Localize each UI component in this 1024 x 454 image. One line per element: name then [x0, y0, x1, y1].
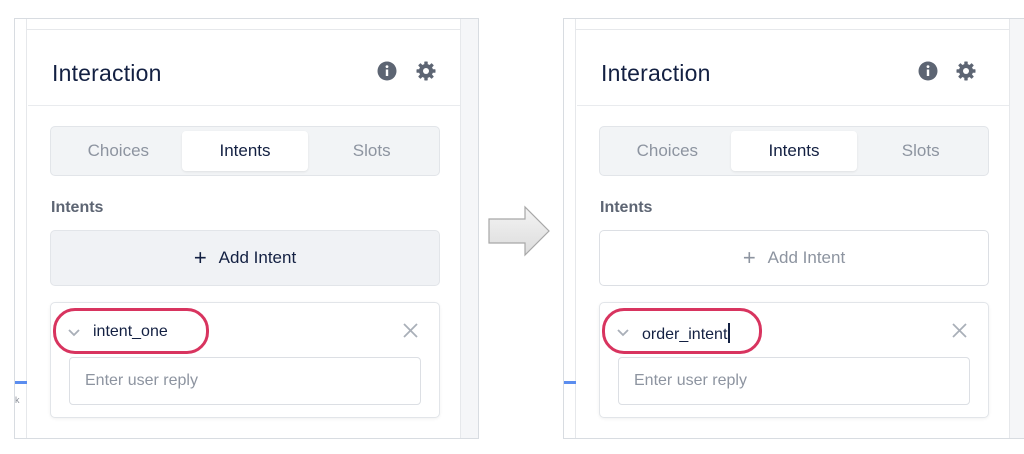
tab-slots[interactable]: Slots — [308, 131, 435, 171]
tab-slots[interactable]: Slots — [857, 131, 984, 171]
intents-section-label: Intents — [51, 199, 104, 216]
plus-icon: + — [742, 245, 756, 270]
tab-choices[interactable]: Choices — [55, 131, 182, 171]
interaction-panel: Interaction Choices Intents Slots Intent… — [28, 30, 460, 438]
intent-card: order_intent Enter user reply — [599, 302, 989, 418]
gear-icon[interactable] — [415, 60, 437, 82]
user-reply-input[interactable]: Enter user reply — [69, 357, 421, 405]
tab-intents[interactable]: Intents — [730, 131, 858, 171]
close-icon[interactable] — [402, 322, 419, 339]
info-icon[interactable] — [917, 60, 939, 82]
user-reply-input[interactable]: Enter user reply — [618, 357, 970, 405]
panel-header: Interaction — [577, 30, 1009, 106]
intents-section-label: Intents — [600, 199, 653, 216]
add-intent-button[interactable]: + Add Intent — [599, 230, 989, 286]
left-edge-strip — [15, 19, 27, 438]
edge-glyph: k — [15, 395, 20, 405]
close-icon[interactable] — [951, 322, 968, 339]
scrollbar-track[interactable] — [1009, 19, 1024, 438]
plus-icon: + — [193, 245, 207, 270]
tab-bar: Choices Intents Slots — [599, 126, 989, 176]
highlight-ring — [602, 308, 762, 354]
screenshot-after: Interaction Choices Intents Slots Intent… — [563, 18, 1024, 439]
edge-marker — [15, 381, 27, 384]
panel-title: Interaction — [601, 60, 711, 86]
tab-choices[interactable]: Choices — [604, 131, 731, 171]
panel-title: Interaction — [52, 60, 162, 86]
add-intent-label: Add Intent — [767, 248, 846, 267]
screenshot-before: k Interaction Choices Intents Slots Inte… — [14, 18, 479, 439]
info-icon[interactable] — [376, 60, 398, 82]
intent-card: intent_one Enter user reply — [50, 302, 440, 418]
panel-header: Interaction — [28, 30, 460, 106]
user-reply-placeholder: Enter user reply — [634, 372, 747, 389]
gear-icon[interactable] — [955, 60, 977, 82]
highlight-ring — [53, 308, 209, 354]
add-intent-button[interactable]: + Add Intent — [50, 230, 440, 286]
tab-intents[interactable]: Intents — [181, 131, 309, 171]
add-intent-label: Add Intent — [218, 248, 297, 267]
scrollbar-track[interactable] — [460, 19, 478, 438]
user-reply-placeholder: Enter user reply — [85, 372, 198, 389]
right-arrow-icon — [488, 205, 550, 257]
left-edge-strip — [564, 19, 576, 438]
edge-marker — [564, 381, 576, 384]
tab-bar: Choices Intents Slots — [50, 126, 440, 176]
interaction-panel: Interaction Choices Intents Slots Intent… — [577, 30, 1009, 438]
